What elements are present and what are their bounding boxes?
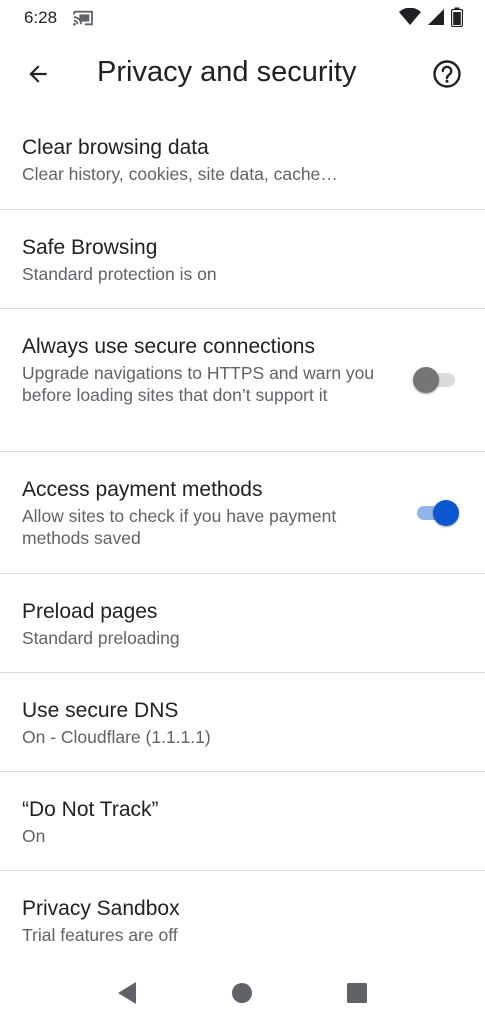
- setting-title: Preload pages: [22, 600, 158, 623]
- cast-icon: [73, 10, 93, 26]
- setting-summary: Clear history, cookies, site data, cache…: [22, 164, 338, 184]
- signal-icon: [428, 9, 444, 25]
- nav-back-icon: [118, 982, 136, 1004]
- toggle-thumb: [413, 367, 439, 393]
- secure-connections-toggle[interactable]: [413, 364, 459, 394]
- setting-use-secure-dns[interactable]: Use secure DNS On - Cloudflare (1.1.1.1): [0, 673, 485, 772]
- setting-summary: Standard preloading: [22, 628, 180, 648]
- nav-recents-icon: [347, 983, 367, 1003]
- setting-summary: Upgrade navigations to HTTPS and warn yo…: [22, 363, 375, 405]
- settings-list: Clear browsing data Clear history, cooki…: [0, 110, 485, 961]
- setting-access-payment-methods[interactable]: Access payment methods Allow sites to ch…: [0, 452, 485, 574]
- nav-home-button[interactable]: [227, 978, 257, 1008]
- setting-privacy-sandbox[interactable]: Privacy Sandbox Trial features are off: [0, 871, 485, 961]
- setting-clear-browsing-data[interactable]: Clear browsing data Clear history, cooki…: [0, 110, 485, 210]
- payment-methods-toggle[interactable]: [413, 497, 459, 527]
- setting-summary: Standard protection is on: [22, 264, 217, 284]
- setting-always-use-secure-connections[interactable]: Always use secure connections Upgrade na…: [0, 309, 485, 452]
- status-time: 6:28: [24, 8, 58, 27]
- status-bar: 6:28: [0, 0, 485, 38]
- setting-preload-pages[interactable]: Preload pages Standard preloading: [0, 574, 485, 673]
- wifi-icon: [399, 8, 421, 25]
- help-button[interactable]: [423, 50, 471, 98]
- setting-title: Always use secure connections: [22, 335, 315, 358]
- setting-title: “Do Not Track”: [22, 798, 159, 821]
- setting-title: Privacy Sandbox: [22, 897, 180, 920]
- setting-title: Clear browsing data: [22, 136, 209, 159]
- setting-do-not-track[interactable]: “Do Not Track” On: [0, 772, 485, 871]
- nav-recents-button[interactable]: [342, 978, 372, 1008]
- app-bar: Privacy and security: [0, 38, 485, 110]
- setting-safe-browsing[interactable]: Safe Browsing Standard protection is on: [0, 210, 485, 309]
- setting-summary: On - Cloudflare (1.1.1.1): [22, 727, 211, 747]
- arrow-back-icon: [29, 65, 47, 83]
- status-icons: [399, 7, 463, 27]
- page-title: Privacy and security: [97, 56, 357, 88]
- nav-home-icon: [232, 983, 252, 1003]
- system-nav-bar: [0, 962, 485, 1024]
- setting-summary: Trial features are off: [22, 925, 178, 945]
- setting-summary: Allow sites to check if you have payment…: [22, 506, 337, 548]
- toggle-thumb: [433, 500, 459, 526]
- back-button[interactable]: [14, 50, 62, 98]
- setting-title: Access payment methods: [22, 478, 263, 501]
- setting-title: Use secure DNS: [22, 699, 179, 722]
- nav-back-button[interactable]: [112, 978, 142, 1008]
- help-circle-icon: [433, 60, 461, 88]
- setting-summary: On: [22, 826, 46, 846]
- setting-title: Safe Browsing: [22, 236, 158, 259]
- battery-icon: [451, 7, 463, 27]
